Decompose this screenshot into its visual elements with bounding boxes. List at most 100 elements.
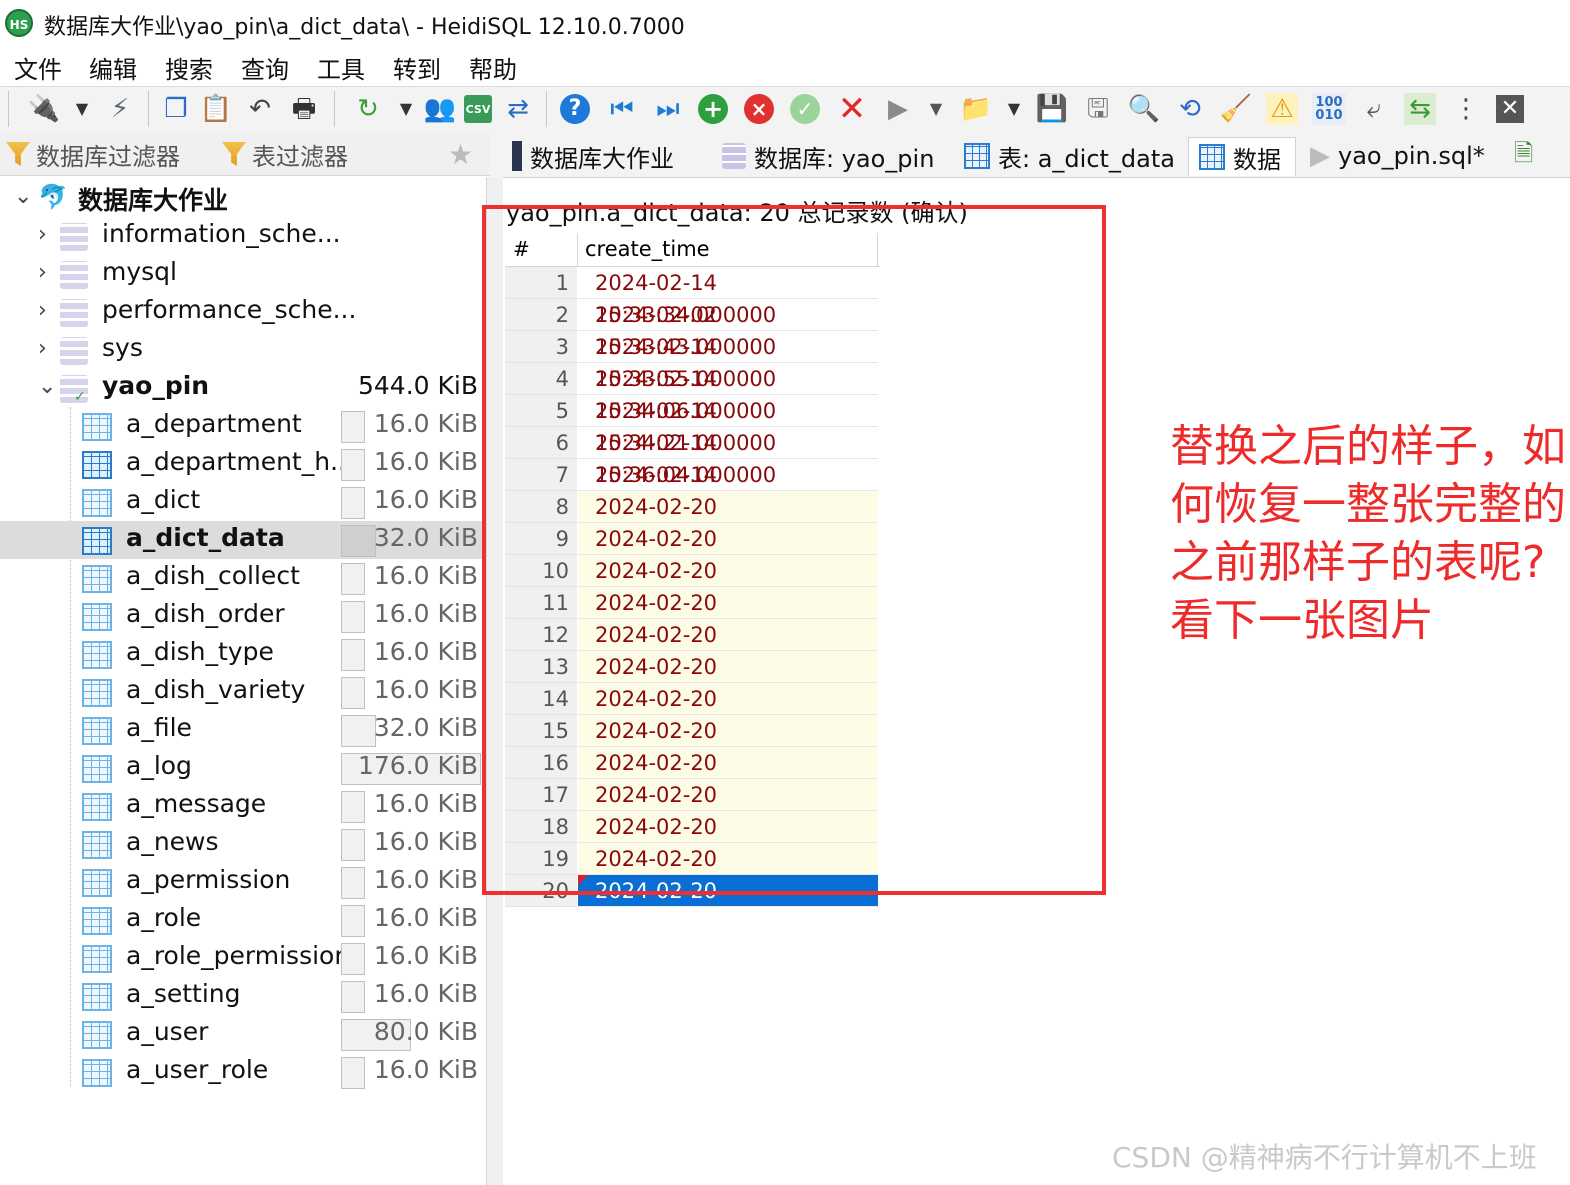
tree-table-size: 16.0 KiB: [373, 599, 478, 628]
tree-table-row[interactable]: a_dict_data 32.0 KiB: [0, 521, 486, 559]
tab-data[interactable]: 数据: [1188, 137, 1296, 176]
more-icon[interactable]: ⋮: [1450, 93, 1482, 125]
tree-table-size: 16.0 KiB: [373, 903, 478, 932]
tree-table-row[interactable]: a_message 16.0 KiB: [0, 787, 486, 825]
menu-tools[interactable]: 工具: [317, 50, 365, 85]
apply-icon[interactable]: ✓: [790, 94, 820, 124]
annotation-line: 看下一张图片: [1170, 595, 1434, 646]
tree-table-row[interactable]: a_dish_type 16.0 KiB: [0, 635, 486, 673]
chevron-right-icon[interactable]: ›: [38, 260, 47, 285]
add-record-icon[interactable]: +: [698, 94, 728, 124]
help-icon[interactable]: ?: [560, 94, 590, 124]
tree-table-row[interactable]: a_department 16.0 KiB: [0, 407, 486, 445]
tree-table-row[interactable]: a_setting 16.0 KiB: [0, 977, 486, 1015]
wrap-icon[interactable]: ⤶: [1358, 93, 1390, 125]
user-manager-icon[interactable]: 👥: [424, 93, 456, 125]
tree-table-row[interactable]: a_news 16.0 KiB: [0, 825, 486, 863]
tree-table-size: 16.0 KiB: [373, 675, 478, 704]
table-icon: [82, 831, 112, 859]
tree-table-row[interactable]: a_dict 16.0 KiB: [0, 483, 486, 521]
chevron-right-icon[interactable]: ›: [38, 336, 47, 361]
tree-table-row[interactable]: a_log 176.0 KiB: [0, 749, 486, 787]
db-filter-tab[interactable]: 数据库过滤器: [6, 137, 180, 171]
undo-icon[interactable]: ↶: [244, 93, 276, 125]
chevron-right-icon[interactable]: ›: [38, 222, 47, 247]
favorite-star-icon[interactable]: ★: [448, 137, 473, 171]
tree-db-label: sys: [102, 333, 143, 362]
funnel-icon: [6, 142, 30, 166]
menu-query[interactable]: 查询: [241, 50, 289, 85]
dropdown-arrow-icon[interactable]: ▼: [390, 93, 422, 125]
table-filter-tab[interactable]: 表过滤器: [222, 137, 348, 171]
clean-icon[interactable]: 🧹: [1220, 93, 1252, 125]
copy-icon[interactable]: ❐: [160, 93, 192, 125]
tree-table-row[interactable]: a_dish_order 16.0 KiB: [0, 597, 486, 635]
tree-active-db-row[interactable]: ⌄ ✓ yao_pin 544.0 KiB: [0, 369, 486, 407]
dropdown-arrow-icon[interactable]: ▼: [998, 93, 1030, 125]
tree-table-label: a_dict_data: [126, 523, 285, 552]
csv-export-icon[interactable]: CSV: [464, 95, 492, 123]
tab-data-label: 数据: [1233, 145, 1281, 174]
tab-server[interactable]: 数据库大作业: [512, 137, 674, 175]
new-query-tab-icon[interactable]: 🗎: [1514, 137, 1533, 175]
save-icon[interactable]: 💾: [1036, 93, 1068, 125]
menu-search[interactable]: 搜索: [165, 50, 213, 85]
tree-table-row[interactable]: a_dish_collect 16.0 KiB: [0, 559, 486, 597]
tree-table-row[interactable]: a_user 80.0 KiB: [0, 1015, 486, 1053]
close-tab-icon[interactable]: ✕: [1496, 95, 1524, 123]
cancel-icon[interactable]: ✕: [836, 92, 868, 126]
open-folder-icon[interactable]: 📁: [960, 93, 992, 125]
tree-db-row[interactable]: › information_sche...: [0, 217, 486, 255]
disconnect-icon[interactable]: ⚡: [104, 93, 136, 125]
dropdown-arrow-icon[interactable]: ▼: [920, 93, 952, 125]
paste-icon[interactable]: 📋: [200, 93, 232, 125]
tree-table-row[interactable]: a_file 32.0 KiB: [0, 711, 486, 749]
toolbar-separator: [148, 91, 149, 127]
tree-table-size: 16.0 KiB: [373, 865, 478, 894]
tree-active-db-size: 544.0 KiB: [357, 371, 478, 400]
tree-table-row[interactable]: a_role_permission 16.0 KiB: [0, 939, 486, 977]
print-icon[interactable]: 🖶: [288, 93, 320, 125]
tab-query[interactable]: ▶ yao_pin.sql*: [1310, 137, 1485, 175]
size-bar: [341, 487, 365, 519]
tree-table-row[interactable]: a_department_h... 16.0 KiB: [0, 445, 486, 483]
sync-icon[interactable]: ⇆: [1404, 93, 1436, 125]
menu-edit[interactable]: 编辑: [89, 50, 137, 85]
menu-file[interactable]: 文件: [14, 50, 62, 85]
table-icon: [82, 679, 112, 707]
tree-db-row[interactable]: › sys: [0, 331, 486, 369]
first-record-icon[interactable]: ⏮: [606, 93, 638, 125]
tab-table[interactable]: 表: a_dict_data: [964, 137, 1175, 175]
chevron-right-icon[interactable]: ›: [38, 298, 47, 323]
last-record-icon[interactable]: ⏭: [652, 93, 684, 125]
tree-table-row[interactable]: a_permission 16.0 KiB: [0, 863, 486, 901]
binary-icon[interactable]: 100 010: [1312, 93, 1346, 125]
table-icon: [82, 869, 112, 897]
menu-goto[interactable]: 转到: [393, 50, 441, 85]
refresh-icon[interactable]: ↻: [352, 93, 384, 125]
tree-table-size: 16.0 KiB: [373, 941, 478, 970]
menu-help[interactable]: 帮助: [469, 50, 517, 85]
tree-table-row[interactable]: a_user_role 16.0 KiB: [0, 1053, 486, 1091]
tree-root-session[interactable]: ⌄ 🐬 数据库大作业: [0, 179, 486, 217]
find-icon[interactable]: 🔍: [1128, 93, 1160, 125]
dropdown-arrow-icon[interactable]: ▼: [66, 93, 98, 125]
database-tree: ⌄ 🐬 数据库大作业 › information_sche... › mysql…: [0, 177, 487, 1185]
chevron-down-icon[interactable]: ⌄: [38, 374, 56, 399]
tree-db-row[interactable]: › mysql: [0, 255, 486, 293]
tree-table-row[interactable]: a_role 16.0 KiB: [0, 901, 486, 939]
table-icon: [82, 1059, 112, 1087]
delete-record-icon[interactable]: ×: [744, 94, 774, 124]
table-icon: [82, 603, 112, 631]
warning-icon[interactable]: ⚠: [1266, 93, 1298, 125]
find-replace-icon[interactable]: ⟲: [1174, 93, 1206, 125]
tree-db-row[interactable]: › performance_sche...: [0, 293, 486, 331]
plug-icon[interactable]: 🔌: [28, 93, 60, 125]
tree-table-row[interactable]: a_dish_variety 16.0 KiB: [0, 673, 486, 711]
query-run-icon: ▶: [1310, 141, 1330, 171]
save-all-icon[interactable]: 🖫: [1082, 93, 1114, 125]
transfer-icon[interactable]: ⇄: [502, 93, 534, 125]
tab-database[interactable]: 数据库: yao_pin: [722, 137, 934, 175]
chevron-down-icon[interactable]: ⌄: [14, 184, 32, 209]
run-icon[interactable]: ▶: [882, 93, 914, 125]
